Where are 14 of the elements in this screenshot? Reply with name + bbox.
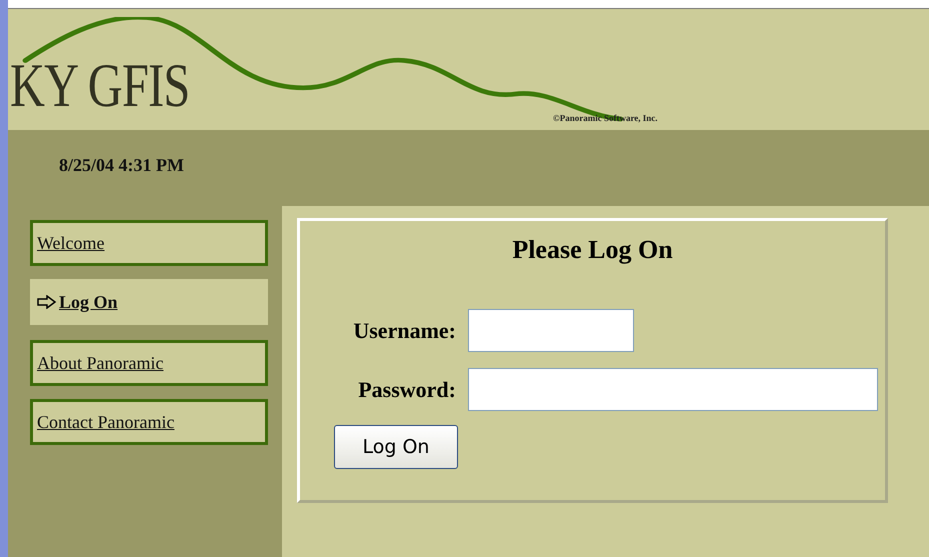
nav-item[interactable]: Contact Panoramic bbox=[30, 399, 268, 445]
nav-link[interactable]: Contact Panoramic bbox=[37, 412, 174, 432]
date-time: 8/25/04 4:31 PM bbox=[59, 154, 184, 176]
nav-link[interactable]: Log On bbox=[59, 292, 118, 312]
nav-link[interactable]: About Panoramic bbox=[37, 352, 164, 374]
nav-item[interactable]: Log On bbox=[30, 279, 268, 325]
nav-item[interactable]: Welcome bbox=[30, 220, 268, 266]
panel-title: Please Log On bbox=[511, 235, 674, 265]
field-label: Password: bbox=[357, 376, 457, 402]
log-on-button[interactable]: Log On bbox=[334, 425, 458, 469]
field-label: Username: bbox=[352, 318, 457, 344]
nav-link[interactable]: Welcome bbox=[37, 232, 105, 254]
nav-item[interactable]: About Panoramic bbox=[30, 340, 268, 386]
logo-text: KY GFIS bbox=[10, 51, 190, 122]
